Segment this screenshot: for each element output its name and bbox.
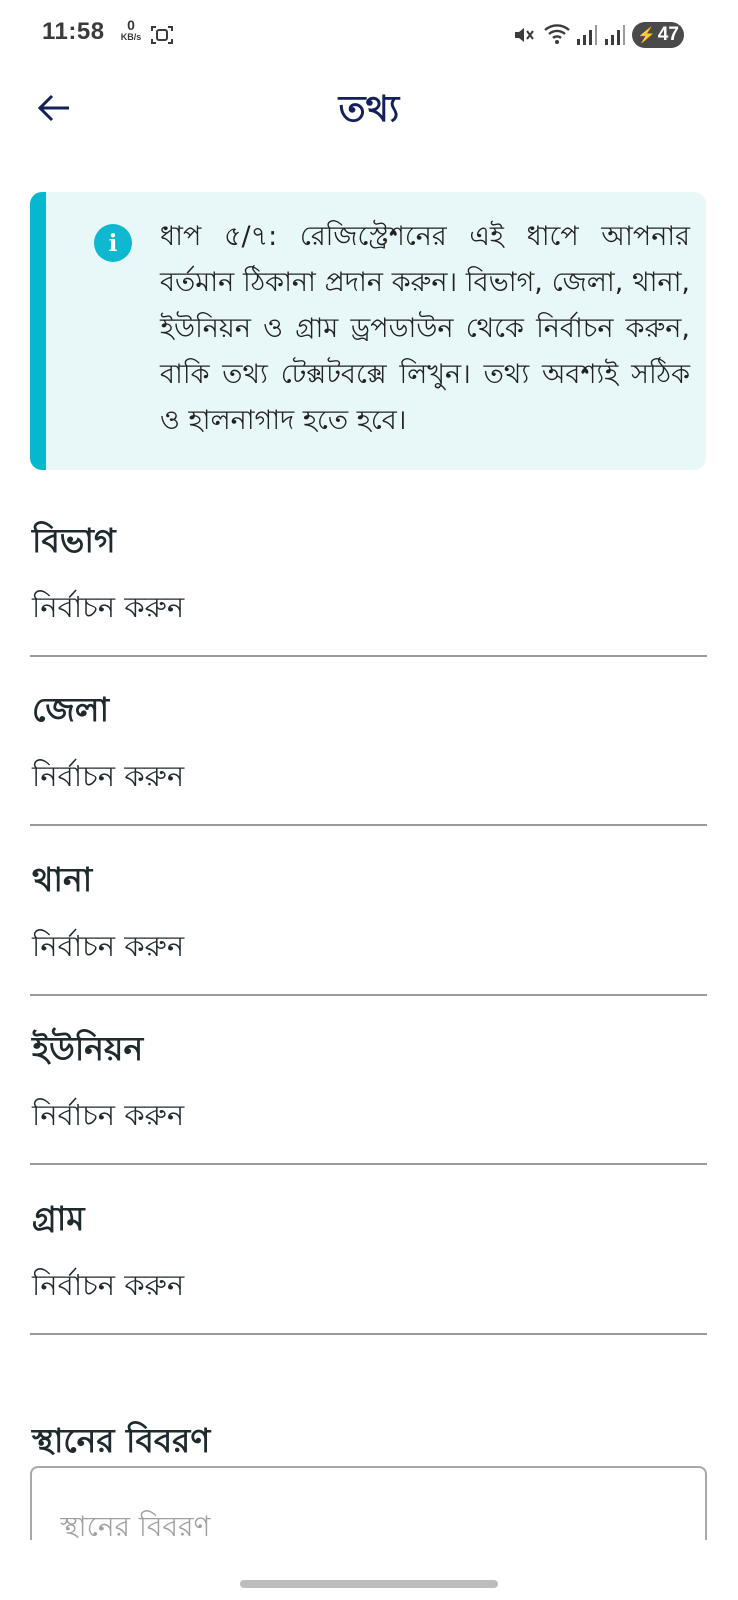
district-dropdown[interactable]: নির্বাচন করুন: [32, 754, 184, 803]
union-dropdown[interactable]: নির্বাচন করুন: [32, 1093, 184, 1142]
app-bar: তথ্য: [0, 72, 738, 142]
battery-level: 47: [657, 24, 679, 45]
union-field[interactable]: ইউনিয়ন নির্বাচন করুন: [30, 1023, 707, 1195]
info-card: i ধাপ ৫/৭: রেজিস্ট্রেশনের এই ধাপে আপনার …: [30, 192, 706, 470]
signal-icon: [576, 24, 598, 50]
divider: [30, 1333, 707, 1335]
thana-dropdown[interactable]: নির্বাচন করুন: [32, 924, 184, 973]
screenshot-icon: [150, 24, 174, 50]
network-speed-unit: KB/s: [120, 32, 142, 42]
divider: [30, 1163, 707, 1165]
thana-label: থানা: [32, 860, 93, 899]
network-speed: 0 KB/s: [118, 18, 144, 42]
village-dropdown[interactable]: নির্বাচন করুন: [32, 1263, 184, 1312]
info-icon: i: [94, 224, 132, 262]
status-time: 11:58: [42, 18, 105, 45]
divider: [30, 824, 707, 826]
place-description-label: স্থানের বিবরণ: [32, 1421, 211, 1460]
union-label: ইউনিয়ন: [32, 1029, 144, 1068]
bottom-area: [0, 1540, 738, 1600]
division-field[interactable]: বিভাগ নির্বাচন করুন: [30, 515, 707, 687]
wifi-icon: [543, 22, 573, 50]
network-speed-value: 0: [127, 17, 135, 33]
division-dropdown[interactable]: নির্বাচন করুন: [32, 585, 184, 634]
division-label: বিভাগ: [32, 521, 116, 560]
battery-indicator: ⚡ 47: [632, 22, 684, 48]
signal-icon: [604, 24, 626, 50]
divider: [30, 994, 707, 996]
district-field[interactable]: জেলা নির্বাচন করুন: [30, 684, 707, 856]
home-indicator[interactable]: [240, 1580, 498, 1588]
thana-field[interactable]: থানা নির্বাচন করুন: [30, 854, 707, 1026]
info-text: ধাপ ৫/৭: রেজিস্ট্রেশনের এই ধাপে আপনার বর…: [160, 221, 690, 436]
mute-icon: [512, 24, 536, 50]
status-bar: 11:58 0 KB/s ⚡ 47: [0, 0, 738, 72]
district-label: জেলা: [32, 690, 110, 729]
battery-charging-icon: ⚡: [637, 27, 656, 44]
village-field[interactable]: গ্রাম নির্বাচন করুন: [30, 1193, 707, 1365]
village-label: গ্রাম: [32, 1199, 85, 1238]
divider: [30, 655, 707, 657]
page-title: তথ্য: [338, 89, 400, 130]
